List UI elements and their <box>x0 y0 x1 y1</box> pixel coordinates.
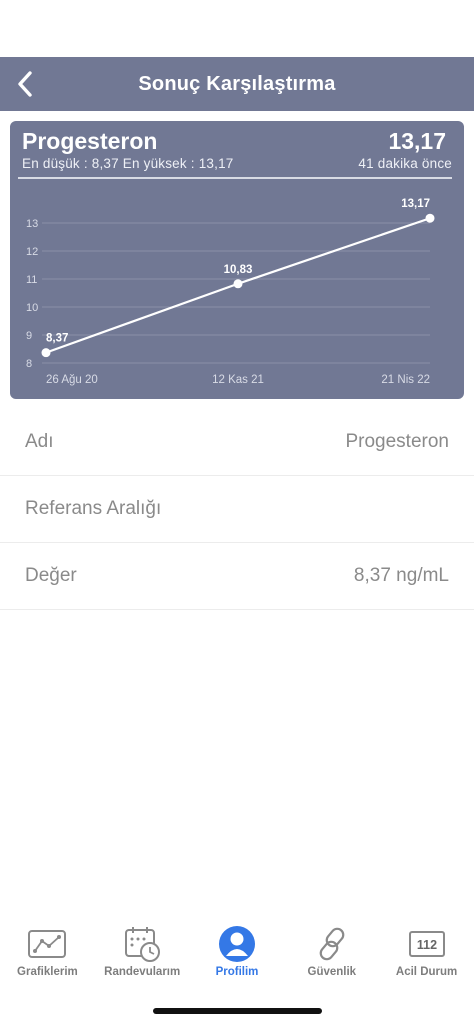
tab-label: Randevularım <box>104 966 181 978</box>
calendar-clock-icon <box>125 927 161 962</box>
detail-value: 8,37 ng/mL <box>353 565 449 586</box>
status-bar-area <box>0 0 474 57</box>
tab-label: Acil Durum <box>395 966 458 978</box>
x-tick-label: 26 Ağu 20 <box>46 374 98 386</box>
detail-value: Progesteron <box>345 431 449 452</box>
tab-guvenlik[interactable]: Güvenlik <box>284 925 379 985</box>
data-label: 10,83 <box>224 264 253 276</box>
chevron-left-icon <box>18 71 32 97</box>
tab-label: Güvenlik <box>307 966 357 978</box>
detail-label: Adı <box>25 431 54 452</box>
tab-label: Grafiklerim <box>17 966 78 978</box>
x-tick-label: 12 Kas 21 <box>212 374 264 386</box>
detail-row-reference-range: Referans Aralığı <box>0 476 474 543</box>
y-tick-label: 13 <box>26 218 38 230</box>
user-icon <box>218 926 255 962</box>
detail-row-value: Değer 8,37 ng/mL <box>0 543 474 610</box>
tab-randevularim[interactable]: Randevularım <box>95 925 190 985</box>
y-tick-label: 11 <box>26 274 37 286</box>
data-point <box>41 348 51 358</box>
detail-label: Referans Aralığı <box>25 498 162 519</box>
emergency-112-icon: 112 <box>408 931 445 957</box>
line-chart-icon <box>28 930 67 958</box>
result-chart-card: Progesteron 13,17 En düşük : 8,37 En yük… <box>10 121 464 399</box>
data-point <box>233 279 243 289</box>
detail-label: Değer <box>25 565 77 586</box>
navigation-bar: Sonuç Karşılaştırma <box>0 57 474 111</box>
tab-bar: Grafiklerim Randevularım Profilim Güvenl… <box>0 925 474 985</box>
y-tick-label: 8 <box>26 358 32 370</box>
emergency-badge-text: 112 <box>416 938 436 952</box>
link-icon <box>319 927 345 961</box>
y-tick-label: 9 <box>26 330 32 342</box>
tab-grafiklerim[interactable]: Grafiklerim <box>0 925 95 985</box>
tab-profilim[interactable]: Profilim <box>190 925 285 985</box>
detail-list: Adı Progesteron Referans Aralığı Değer 8… <box>0 409 474 610</box>
data-label: 8,37 <box>46 333 68 345</box>
data-point <box>425 213 435 223</box>
home-indicator <box>153 1008 322 1014</box>
tab-label: Profilim <box>215 966 259 978</box>
x-tick-label: 21 Nis 22 <box>381 374 430 386</box>
line-chart[interactable]: 8 9 10 11 12 13 26 Ağu 20 12 Kas 21 21 Nis 22 8,3… <box>10 121 464 399</box>
detail-row-name: Adı Progesteron <box>0 409 474 476</box>
page-title: Sonuç Karşılaştırma <box>138 72 336 95</box>
tab-acil-durum[interactable]: 112 Acil Durum <box>379 925 474 985</box>
back-button[interactable] <box>8 67 42 101</box>
y-tick-label: 10 <box>26 302 38 314</box>
data-label: 13,17 <box>401 198 430 210</box>
y-tick-label: 12 <box>26 246 38 258</box>
